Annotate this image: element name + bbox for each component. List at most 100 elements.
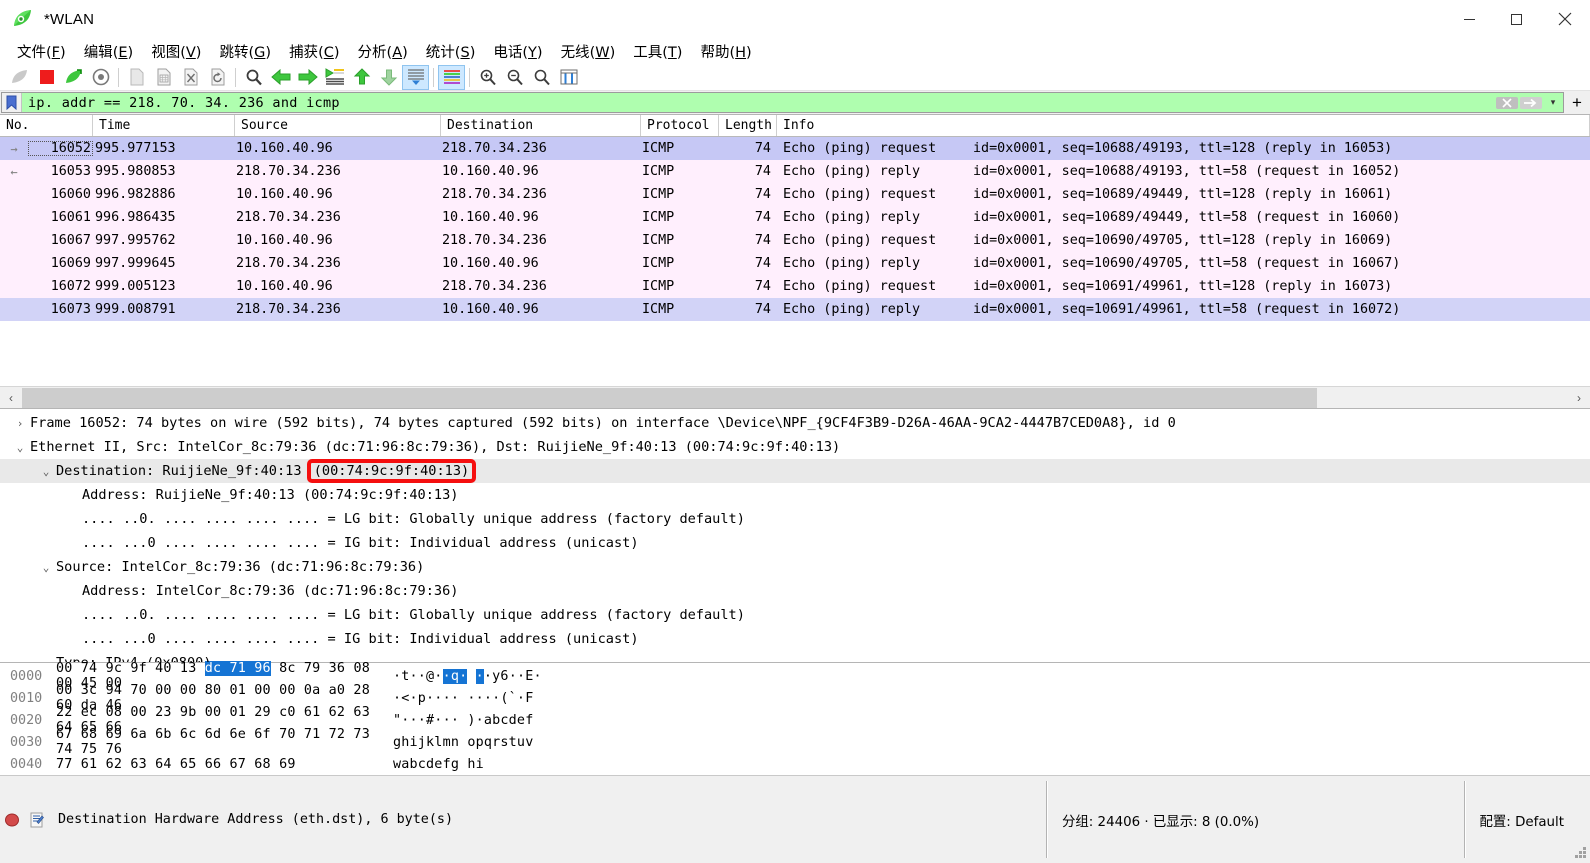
detail-tree-row[interactable]: .... ...0 .... .... .... .... = IG bit: … [0,627,1590,651]
colorize-icon[interactable] [438,64,465,90]
close-file-icon[interactable] [177,65,204,90]
capture-options-icon[interactable] [87,65,114,90]
go-last-packet-icon[interactable] [375,65,402,90]
status-profile-section[interactable]: 配置: Default [1470,776,1572,863]
column-header-info[interactable]: Info [777,115,1590,136]
detail-tree-row[interactable]: .... ..0. .... .... .... .... = LG bit: … [0,603,1590,627]
hex-dump-row[interactable]: 0040 77 61 62 63 64 65 66 67 68 69 wabcdef… [0,753,1590,775]
packet-protocol: ICMP [642,164,675,179]
packet-source: 10.160.40.96 [236,187,333,202]
packet-row[interactable]: → 16052 995.977153 10.160.40.96 218.70.34.23… [0,137,1590,160]
detail-tree-row[interactable]: .... ..0. .... .... .... .... = LG bit: … [0,507,1590,531]
clear-filter-button[interactable] [1496,96,1518,109]
hex-ascii[interactable]: ·t··@··q· ··y6··E· [378,668,542,684]
menu-wireless[interactable]: 无线(W) [552,39,625,64]
packet-row[interactable]: 16069 997.999645 218.70.34.236 10.160.40.96… [0,252,1590,275]
hex-dump-row[interactable]: 0030 67 68 69 6a 6b 6c 6d 6e 6f 70 71 72 … [0,727,1590,757]
packet-info: Echo (ping) request id=0x0001, seq=10691/… [777,279,1392,294]
menu-edit-mnemonic: E [118,44,128,61]
detail-tree-text: .... ..0. .... .... .... .... = LG bit: … [82,607,745,623]
reload-file-icon[interactable] [204,65,231,90]
chevron-right-icon[interactable]: › [10,417,30,430]
open-file-icon[interactable] [123,65,150,90]
apply-filter-button[interactable] [1520,96,1542,109]
menu-edit[interactable]: 编辑(E) [75,39,143,64]
packet-info-detail: id=0x0001, seq=10691/49961, ttl=128 (rep… [973,279,1393,294]
hex-ascii[interactable]: ghijklmn opqrstuv [378,735,533,750]
scroll-left-arrow-icon[interactable]: ‹ [0,391,22,405]
column-header-source[interactable]: Source [235,115,441,136]
hscroll-thumb[interactable] [22,387,1317,408]
resize-columns-icon[interactable] [555,65,582,90]
packet-info: Echo (ping) reply id=0x0001, seq=10690/49… [777,256,1400,271]
menu-help-mnemonic: H [735,44,747,61]
stop-capture-icon[interactable] [33,65,60,90]
start-capture-icon[interactable] [6,65,33,90]
column-header-destination[interactable]: Destination [441,115,641,136]
column-header-time[interactable]: Time [93,115,235,136]
minimize-button[interactable] [1446,0,1493,38]
menu-statistics[interactable]: 统计(S) [417,39,485,64]
detail-tree-row[interactable]: ⌄ Ethernet II, Src: IntelCor_8c:79:36 (dc… [0,435,1590,459]
packet-row[interactable]: 16067 997.995762 10.160.40.96 218.70.34.236… [0,229,1590,252]
scroll-right-arrow-icon[interactable]: › [1568,391,1590,405]
detail-tree-row[interactable]: ⌄ Destination: RuijieNe_9f:40:13 (00:74:9… [0,459,1590,483]
detail-tree-row[interactable]: Address: IntelCor_8c:79:36 (dc:71:96:8c:… [0,579,1590,603]
zoom-out-icon[interactable] [501,65,528,90]
filter-bookmark-dropdown[interactable]: ▾ [1543,97,1563,108]
packet-row[interactable]: 16073 999.008791 218.70.34.236 10.160.40.96… [0,298,1590,321]
display-filter-input[interactable]: ip. addr == 218. 70. 34. 236 and icmp ▾ [1,92,1564,113]
save-file-icon[interactable] [150,65,177,90]
hex-ascii[interactable]: "···#··· )·abcdef [378,713,533,728]
detail-tree-row[interactable]: ⌄ Source: IntelCor_8c:79:36 (dc:71:96:8c:… [0,555,1590,579]
hex-ascii[interactable]: ·<·p···· ····(`·F [378,691,533,706]
chevron-down-icon[interactable]: ⌄ [10,441,30,454]
wireshark-shark-fin-icon [12,8,34,30]
resize-grip-icon[interactable] [1572,776,1590,863]
menu-file[interactable]: 文件(F) [8,39,75,64]
chevron-down-icon[interactable]: ⌄ [36,465,56,478]
go-back-icon[interactable] [267,65,294,90]
display-filter-text[interactable]: ip. addr == 218. 70. 34. 236 and icmp [22,95,340,111]
zoom-reset-icon[interactable] [528,65,555,90]
hex-ascii[interactable]: wabcdefg hi [378,757,484,772]
hex-bytes[interactable]: 77 61 62 63 64 65 66 67 68 69 [56,757,378,772]
maximize-button[interactable] [1493,0,1540,38]
menu-telephony[interactable]: 电话(Y) [484,39,551,64]
packet-row[interactable]: 16060 996.982886 10.160.40.96 218.70.34.236… [0,183,1590,206]
restart-capture-icon[interactable] [60,65,87,90]
capture-comment-icon[interactable] [24,812,48,828]
menu-tools[interactable]: 工具(T) [624,39,691,64]
column-header-length[interactable]: Length [719,115,777,136]
menu-view[interactable]: 视图(V) [142,39,210,64]
expert-info-error-icon[interactable] [0,812,24,828]
add-filter-button[interactable]: + [1564,92,1590,113]
column-header-no[interactable]: No. [0,115,93,136]
column-header-protocol[interactable]: Protocol [641,115,719,136]
detail-tree-row[interactable]: › Frame 16052: 74 bytes on wire (592 bits… [0,411,1590,435]
detail-tree-row[interactable]: .... ...0 .... .... .... .... = IG bit: … [0,531,1590,555]
bookmark-icon[interactable] [2,93,22,112]
chevron-down-icon[interactable]: ⌄ [36,561,56,574]
go-first-packet-icon[interactable] [348,65,375,90]
menu-help[interactable]: 帮助(H) [691,39,760,64]
autoscroll-icon[interactable] [402,64,429,90]
packet-list-hscrollbar[interactable]: ‹ › [0,386,1590,408]
menu-capture[interactable]: 捕获(C) [280,39,348,64]
go-forward-icon[interactable] [294,65,321,90]
find-packet-icon[interactable] [240,65,267,90]
close-button[interactable] [1540,0,1590,38]
hscroll-track[interactable] [22,387,1568,408]
detail-tree-row[interactable]: Address: RuijieNe_9f:40:13 (00:74:9c:9f:… [0,483,1590,507]
packet-row[interactable]: 16061 996.986435 218.70.34.236 10.160.40.96… [0,206,1590,229]
menu-analyze[interactable]: 分析(A) [349,39,417,64]
packet-list-pane: No. Time Source Destination Protocol Len… [0,114,1590,408]
status-bar: Destination Hardware Address (eth.dst), … [0,775,1590,863]
zoom-in-icon[interactable] [474,65,501,90]
packet-row[interactable]: ← 16053 995.980853 218.70.34.236 10.160.40.9… [0,160,1590,183]
detail-tree-text: Ethernet II, Src: IntelCor_8c:79:36 (dc:… [30,439,841,455]
menu-go[interactable]: 跳转(G) [210,39,280,64]
packet-row[interactable]: 16072 999.005123 10.160.40.96 218.70.34.236… [0,275,1590,298]
status-profile-text[interactable]: 配置: Default [1470,810,1572,830]
go-to-packet-icon[interactable] [321,65,348,90]
